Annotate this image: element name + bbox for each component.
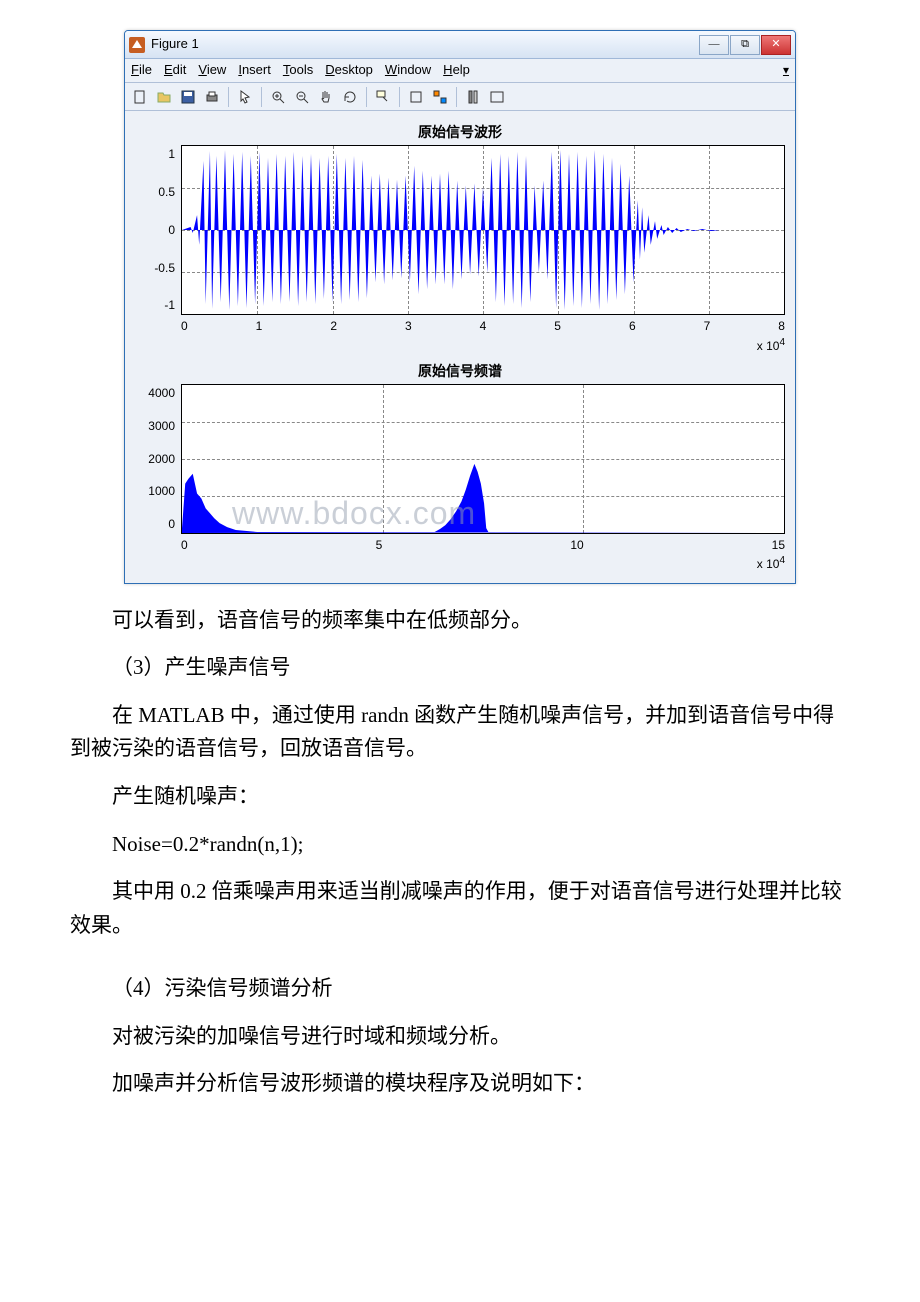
paragraph: 对被污染的加噪信号进行时域和频域分析。 [70,1020,850,1054]
code-line: Noise=0.2*randn(n,1); [70,828,850,862]
paragraph: 产生随机噪声： [70,780,850,814]
datacursor-icon[interactable] [372,86,394,108]
chart2-yticks: 4000 3000 2000 1000 0 [135,384,181,534]
menu-view[interactable]: View [198,60,226,81]
subplot-spectrum: 原始信号频谱 4000 3000 2000 1000 0 [135,360,785,575]
paragraph: 在 MATLAB 中，通过使用 randn 函数产生随机噪声信号，并加到语音信号… [70,699,850,766]
chart2-axes[interactable]: www.bdocx.com [181,384,785,534]
close-button[interactable]: ✕ [761,35,791,55]
menu-insert[interactable]: Insert [238,60,271,81]
menu-window[interactable]: Window [385,60,431,81]
maximize-button[interactable]: ⧉ [730,35,760,55]
legend-icon[interactable] [486,86,508,108]
section-heading-4: （4）污染信号频谱分析 [70,972,850,1006]
menu-edit[interactable]: Edit [164,60,186,81]
window-title: Figure 1 [151,34,699,55]
zoom-in-icon[interactable] [267,86,289,108]
window-titlebar[interactable]: Figure 1 — ⧉ ✕ [125,31,795,59]
chart2-title: 原始信号频谱 [135,360,785,382]
chart1-axes[interactable] [181,145,785,315]
link-icon[interactable] [429,86,451,108]
new-figure-icon[interactable] [129,86,151,108]
plot-area: 原始信号波形 1 0.5 0 -0.5 -1 [125,111,795,583]
brush-icon[interactable] [405,86,427,108]
save-icon[interactable] [177,86,199,108]
colorbar-icon[interactable] [462,86,484,108]
menu-bar[interactable]: File Edit View Insert Tools Desktop Wind… [125,59,795,83]
paragraph: 可以看到，语音信号的频率集中在低频部分。 [70,604,850,638]
menu-help[interactable]: Help [443,60,470,81]
chart1-yticks: 1 0.5 0 -0.5 -1 [135,145,181,315]
paragraph: 其中用 0.2 倍乘噪声用来适当削减噪声的作用，便于对语音信号进行处理并比较效果… [70,875,850,942]
menu-tools[interactable]: Tools [283,60,313,81]
menu-desktop[interactable]: Desktop [325,60,373,81]
chart1-xexp: x 104 [135,335,785,356]
pointer-icon[interactable] [234,86,256,108]
chart1-title: 原始信号波形 [135,121,785,143]
zoom-out-icon[interactable] [291,86,313,108]
matlab-figure-window: Figure 1 — ⧉ ✕ File Edit View Insert Too… [124,30,796,584]
rotate-icon[interactable] [339,86,361,108]
print-icon[interactable] [201,86,223,108]
chart2-xexp: x 104 [135,553,785,574]
subplot-waveform: 原始信号波形 1 0.5 0 -0.5 -1 [135,121,785,356]
paragraph: 加噪声并分析信号波形频谱的模块程序及说明如下： [70,1067,850,1101]
open-icon[interactable] [153,86,175,108]
pan-icon[interactable] [315,86,337,108]
menu-dropdown-icon[interactable]: ▾ [783,61,789,80]
watermark-text: www.bdocx.com [232,488,476,534]
menu-file[interactable]: File [131,60,152,81]
toolbar[interactable] [125,83,795,111]
minimize-button[interactable]: — [699,35,729,55]
app-icon [129,37,145,53]
section-heading-3: （3）产生噪声信号 [70,651,850,685]
